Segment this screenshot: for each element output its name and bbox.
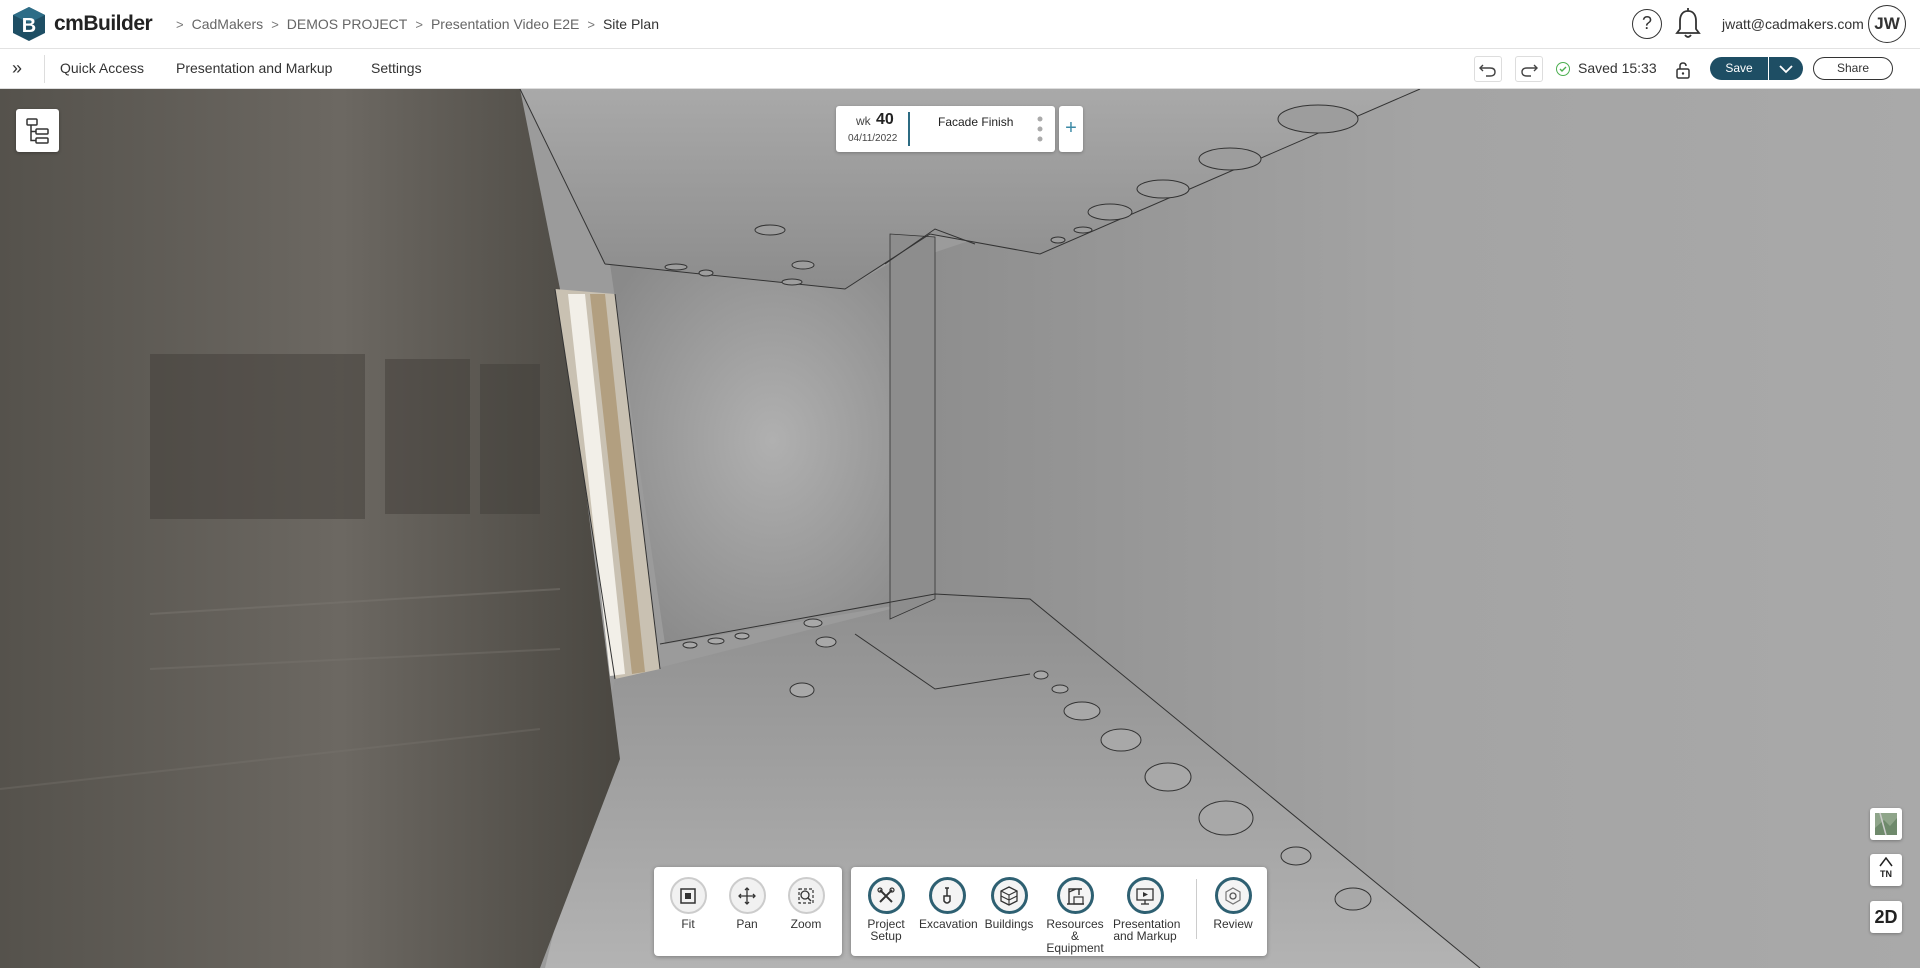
save-button[interactable]: Save <box>1710 57 1768 80</box>
crane-icon <box>1067 887 1084 905</box>
phase-name: Facade Finish <box>938 115 1014 129</box>
satellite-map-icon <box>1875 812 1897 836</box>
chevron-down-icon <box>1779 65 1793 74</box>
saved-status: Saved 15:33 <box>1578 60 1657 76</box>
north-arrow-icon <box>1879 856 1893 867</box>
presentation-markup-button[interactable]: Presentation and Markup <box>1113 877 1180 942</box>
save-options-button[interactable] <box>1769 57 1803 80</box>
buildings-icon <box>1000 885 1018 906</box>
week-date: 04/11/2022 <box>848 133 898 144</box>
svg-text:B: B <box>22 15 36 37</box>
model-tree-button[interactable] <box>16 109 59 152</box>
breadcrumb-item-current: > Site Plan <box>587 16 659 32</box>
fit-button[interactable]: Fit <box>660 877 716 930</box>
expand-sidebar-icon[interactable]: » <box>12 59 34 79</box>
undo-icon <box>1479 64 1496 77</box>
avatar[interactable]: JW <box>1868 5 1906 43</box>
true-north-button[interactable]: TN <box>1870 854 1902 886</box>
true-north-label: TN <box>1880 869 1892 879</box>
brand-name[interactable]: cmBuilder <box>54 12 153 36</box>
add-phase-button[interactable]: + <box>1059 106 1083 152</box>
breadcrumb-item-scenario[interactable]: > Presentation Video E2E <box>407 16 579 32</box>
fit-icon <box>680 887 696 904</box>
menu-quick-access[interactable]: Quick Access <box>60 60 144 76</box>
toggle-2d-button[interactable]: 2D <box>1870 901 1902 933</box>
chevron-right-icon: > <box>415 16 423 32</box>
breadcrumb-item-company[interactable]: > CadMakers <box>168 16 263 32</box>
lock-icon[interactable] <box>1672 59 1694 81</box>
chevron-right-icon: > <box>271 16 279 32</box>
divider <box>44 55 45 83</box>
menu-presentation-markup[interactable]: Presentation and Markup <box>176 60 332 76</box>
buildings-button[interactable]: Buildings <box>981 877 1037 930</box>
menu-bar: » Quick Access Presentation and Markup S… <box>0 49 1920 89</box>
week-label: wk <box>856 114 871 128</box>
more-options-icon[interactable] <box>1036 115 1044 143</box>
week-number: 40 <box>876 111 894 128</box>
menu-settings[interactable]: Settings <box>371 60 422 76</box>
undo-button[interactable] <box>1474 56 1502 82</box>
chevron-right-icon: > <box>587 16 595 32</box>
tools-icon <box>877 886 895 903</box>
cmbuilder-logo-icon[interactable]: B <box>12 6 46 42</box>
help-button[interactable]: ? <box>1632 9 1662 39</box>
divider <box>1196 879 1197 939</box>
map-layer-button[interactable] <box>1870 808 1902 840</box>
shovel-icon <box>943 886 951 904</box>
view-toolbar: Fit Pan Zoom <box>654 867 842 956</box>
zoom-icon <box>798 887 814 904</box>
timeline-card[interactable]: wk 40 04/11/2022 Facade Finish <box>836 106 1055 152</box>
divider <box>908 112 910 146</box>
zoom-button[interactable]: Zoom <box>778 877 834 930</box>
review-icon <box>1225 886 1241 905</box>
breadcrumb: > CadMakers > DEMOS PROJECT > Presentation … <box>168 16 659 32</box>
presentation-icon <box>1136 887 1154 905</box>
pan-button[interactable]: Pan <box>719 877 775 930</box>
3d-scene-render[interactable] <box>0 89 1920 968</box>
top-bar: B cmBuilder > CadMakers > DEMOS PROJECT > P… <box>0 0 1920 49</box>
redo-icon <box>1521 64 1538 77</box>
user-email[interactable]: jwatt@cadmakers.com <box>1722 16 1864 32</box>
3d-viewport[interactable]: wk 40 04/11/2022 Facade Finish + TN 2D F… <box>0 89 1920 968</box>
chevron-right-icon: > <box>176 16 184 32</box>
redo-button[interactable] <box>1515 56 1543 82</box>
resources-equipment-button[interactable]: Resources & Equipment <box>1045 877 1105 954</box>
workflow-toolbar: Project Setup Excavation Buildings Resou… <box>851 867 1267 956</box>
check-circle-icon <box>1556 62 1570 76</box>
review-button[interactable]: Review <box>1205 877 1261 930</box>
hierarchy-tree-icon <box>26 118 49 144</box>
notification-bell-icon[interactable] <box>1673 7 1703 41</box>
pan-icon <box>738 886 756 905</box>
share-button[interactable]: Share <box>1813 57 1893 80</box>
breadcrumb-item-project[interactable]: > DEMOS PROJECT <box>263 16 407 32</box>
excavation-button[interactable]: Excavation <box>919 877 978 930</box>
project-setup-button[interactable]: Project Setup <box>858 877 914 942</box>
